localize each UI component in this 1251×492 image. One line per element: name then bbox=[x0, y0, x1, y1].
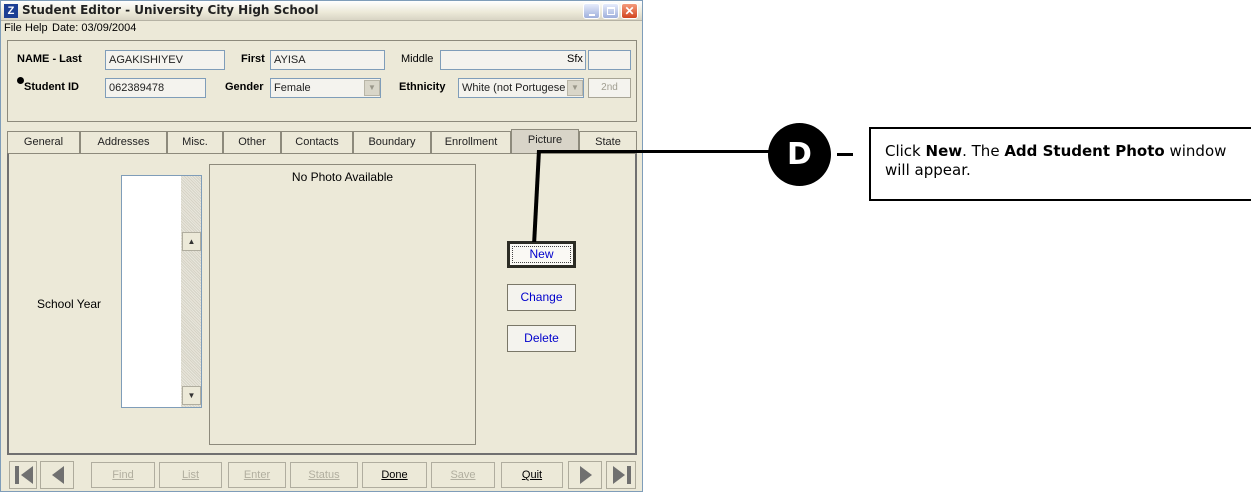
close-button[interactable]: ✕ bbox=[621, 3, 638, 19]
tab-boundary[interactable]: Boundary bbox=[353, 131, 431, 153]
maximize-icon bbox=[607, 7, 615, 15]
required-marker-icon bbox=[17, 77, 24, 84]
school-year-label: School Year bbox=[37, 297, 102, 311]
suffix-field[interactable] bbox=[588, 50, 631, 70]
no-photo-text: No Photo Available bbox=[291, 170, 394, 184]
scroll-up-icon[interactable]: ▲ bbox=[182, 232, 201, 251]
first-bar-icon bbox=[15, 466, 19, 484]
previous-record-button[interactable] bbox=[40, 461, 74, 489]
menu-bar: File Help Date: 03/09/2004 bbox=[1, 21, 642, 37]
quit-button[interactable]: Quit bbox=[501, 462, 563, 488]
title-bar[interactable]: Z Student Editor - University City High … bbox=[1, 1, 642, 21]
student-editor-window: Z Student Editor - University City High … bbox=[0, 0, 643, 492]
minimize-icon bbox=[589, 14, 595, 16]
status-button[interactable]: Status bbox=[290, 462, 358, 488]
first-record-button[interactable] bbox=[9, 461, 37, 489]
student-id-label: Student ID bbox=[24, 81, 79, 93]
school-year-scrollbar[interactable] bbox=[181, 176, 201, 407]
ethnicity-dropdown-icon[interactable]: ▼ bbox=[567, 80, 583, 96]
save-button[interactable]: Save bbox=[431, 462, 495, 488]
first-record-icon bbox=[21, 466, 33, 484]
list-button[interactable]: List bbox=[159, 462, 222, 488]
date-display: Date: 03/09/2004 bbox=[52, 22, 137, 34]
callout-connector bbox=[837, 153, 853, 156]
photo-area: No Photo Available bbox=[209, 164, 476, 445]
ethnicity-label: Ethnicity bbox=[399, 81, 446, 93]
find-button[interactable]: Find bbox=[91, 462, 155, 488]
tab-addresses[interactable]: Addresses bbox=[80, 131, 167, 153]
student-id-field[interactable]: 062389478 bbox=[105, 78, 206, 98]
tab-general[interactable]: General bbox=[7, 131, 80, 153]
new-photo-button[interactable]: New bbox=[507, 241, 576, 268]
last-record-icon bbox=[613, 466, 625, 484]
instruction-text-2: . The bbox=[962, 142, 1005, 160]
second-ethnicity-button[interactable]: 2nd bbox=[588, 78, 631, 98]
delete-photo-button[interactable]: Delete bbox=[507, 325, 576, 352]
instruction-text: Click bbox=[885, 142, 926, 160]
gender-label: Gender bbox=[225, 81, 264, 93]
middle-name-label: Middle bbox=[401, 53, 434, 65]
first-name-field[interactable]: AYISA bbox=[270, 50, 385, 70]
last-name-field[interactable]: AGAKISHIYEV bbox=[105, 50, 225, 70]
change-photo-button[interactable]: Change bbox=[507, 284, 576, 311]
done-button[interactable]: Done bbox=[362, 462, 427, 488]
last-bar-icon bbox=[627, 466, 631, 484]
last-name-label: NAME - Last bbox=[17, 53, 82, 65]
suffix-label: Sfx bbox=[567, 53, 583, 65]
tab-other[interactable]: Other bbox=[223, 131, 281, 153]
instruction-add-photo: Add Student Photo bbox=[1004, 142, 1165, 160]
menu-file[interactable]: File bbox=[4, 22, 22, 34]
gender-dropdown-icon[interactable]: ▼ bbox=[364, 80, 380, 96]
tab-misc[interactable]: Misc. bbox=[167, 131, 223, 153]
close-icon: ✕ bbox=[624, 4, 635, 18]
middle-name-field[interactable] bbox=[440, 50, 586, 70]
menu-help[interactable]: Help bbox=[25, 22, 48, 34]
tab-contacts[interactable]: Contacts bbox=[281, 131, 353, 153]
next-record-button[interactable] bbox=[568, 461, 602, 489]
tab-enrollment[interactable]: Enrollment bbox=[431, 131, 511, 153]
next-icon bbox=[580, 466, 592, 484]
minimize-button[interactable] bbox=[583, 3, 600, 19]
instruction-new: New bbox=[925, 142, 963, 160]
scroll-down-icon[interactable]: ▼ bbox=[182, 386, 201, 405]
instruction-box: Click New. The Add Student Photo window … bbox=[869, 127, 1251, 201]
enter-button[interactable]: Enter bbox=[228, 462, 286, 488]
last-record-button[interactable] bbox=[606, 461, 636, 489]
callout-line-horizontal bbox=[538, 150, 772, 153]
step-marker-d: D bbox=[768, 123, 831, 186]
maximize-button[interactable] bbox=[602, 3, 619, 19]
first-name-label: First bbox=[241, 53, 265, 65]
ethnicity-select[interactable]: White (not Portugese bbox=[458, 78, 584, 98]
window-title: Student Editor - University City High Sc… bbox=[22, 3, 319, 17]
previous-icon bbox=[52, 466, 64, 484]
app-logo-icon: Z bbox=[4, 4, 18, 18]
